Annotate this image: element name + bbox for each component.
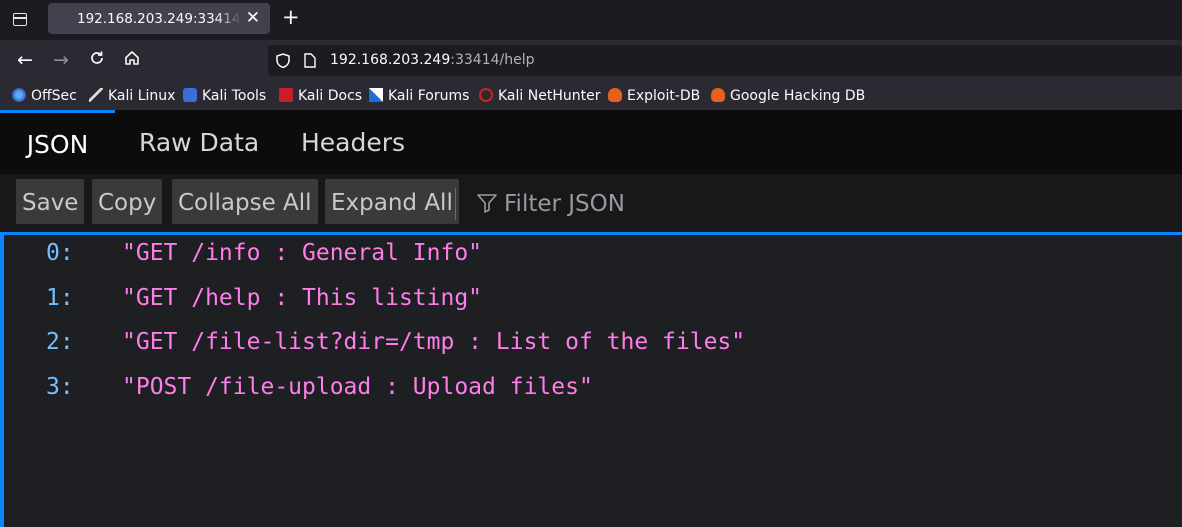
- new-tab-icon[interactable]: +: [282, 5, 300, 29]
- shield-icon[interactable]: [276, 53, 290, 68]
- tab-favicon-icon: [58, 11, 74, 27]
- url-text[interactable]: 192.168.203.249:33414/help: [330, 52, 534, 68]
- json-value: "POST /file-upload : Upload files": [122, 374, 593, 400]
- tab-raw-data[interactable]: Raw Data: [139, 110, 259, 174]
- reload-icon[interactable]: [85, 49, 109, 73]
- filter-placeholder: Filter JSON: [504, 191, 625, 217]
- browser-tab[interactable]: 192.168.203.249:33414/help ✕: [48, 3, 270, 34]
- bookmark-kali-tools[interactable]: Kali Tools: [183, 87, 266, 105]
- kali-docs-icon: [279, 88, 293, 102]
- json-viewer-tabs: JSON Raw Data Headers: [0, 110, 1182, 174]
- collapse-all-button[interactable]: Collapse All: [172, 179, 318, 224]
- back-arrow-icon[interactable]: ←: [13, 49, 37, 73]
- url-bar[interactable]: 192.168.203.249:33414/help: [268, 45, 1182, 76]
- json-key: 1:: [46, 285, 74, 311]
- forward-arrow-icon[interactable]: →: [49, 49, 73, 73]
- home-icon[interactable]: [120, 49, 144, 73]
- offsec-icon: [12, 88, 26, 102]
- page-info-icon[interactable]: [304, 53, 316, 68]
- json-key: 2:: [46, 329, 74, 355]
- save-button[interactable]: Save: [16, 179, 85, 224]
- bookmark-google-hacking-db[interactable]: Google Hacking DB: [711, 87, 865, 105]
- close-tab-icon[interactable]: ✕: [246, 9, 260, 27]
- filter-json-input[interactable]: Filter JSON: [476, 189, 625, 219]
- toolbar-divider: [455, 188, 456, 220]
- tab-title: 192.168.203.249:33414/help: [77, 11, 241, 27]
- tab-json[interactable]: JSON: [0, 110, 115, 174]
- filter-funnel-icon: [477, 194, 497, 213]
- exploit-db-icon: [608, 88, 622, 102]
- copy-button[interactable]: Copy: [92, 179, 163, 224]
- nethunter-icon: [479, 88, 493, 102]
- navigation-bar: ← → 192.168.203.249:33414/help: [0, 40, 1182, 81]
- json-value: "GET /info : General Info": [122, 240, 483, 266]
- ghdb-icon: [711, 88, 725, 102]
- bookmarks-toolbar: OffSec Kali Linux Kali Tools Kali Docs K…: [0, 81, 1182, 110]
- expand-all-button[interactable]: Expand All: [325, 179, 459, 224]
- bookmark-kali-docs[interactable]: Kali Docs: [279, 87, 362, 105]
- bookmark-kali-forums[interactable]: Kali Forums: [369, 87, 469, 105]
- bookmark-offsec[interactable]: OffSec: [12, 87, 77, 105]
- json-key: 3:: [46, 374, 74, 400]
- tab-headers[interactable]: Headers: [301, 110, 405, 174]
- kali-forums-icon: [369, 88, 383, 102]
- tab-strip: 192.168.203.249:33414/help ✕ +: [0, 0, 1182, 38]
- kali-tools-icon: [183, 88, 197, 102]
- json-value: "GET /file-list?dir=/tmp : List of the f…: [122, 329, 746, 355]
- tab-list-icon[interactable]: [8, 8, 32, 30]
- kali-dragon-icon: [89, 88, 103, 102]
- bookmark-kali-nethunter[interactable]: Kali NetHunter: [479, 87, 600, 105]
- json-value: "GET /help : This listing": [122, 285, 483, 311]
- json-content: 0: "GET /info : General Info" 1: "GET /h…: [0, 232, 1182, 527]
- bookmark-exploit-db[interactable]: Exploit-DB: [608, 87, 700, 105]
- bookmark-kali-linux[interactable]: Kali Linux: [89, 87, 175, 105]
- json-key: 0:: [46, 240, 74, 266]
- json-toolbar: Save Copy Collapse All Expand All Filter…: [0, 174, 1182, 234]
